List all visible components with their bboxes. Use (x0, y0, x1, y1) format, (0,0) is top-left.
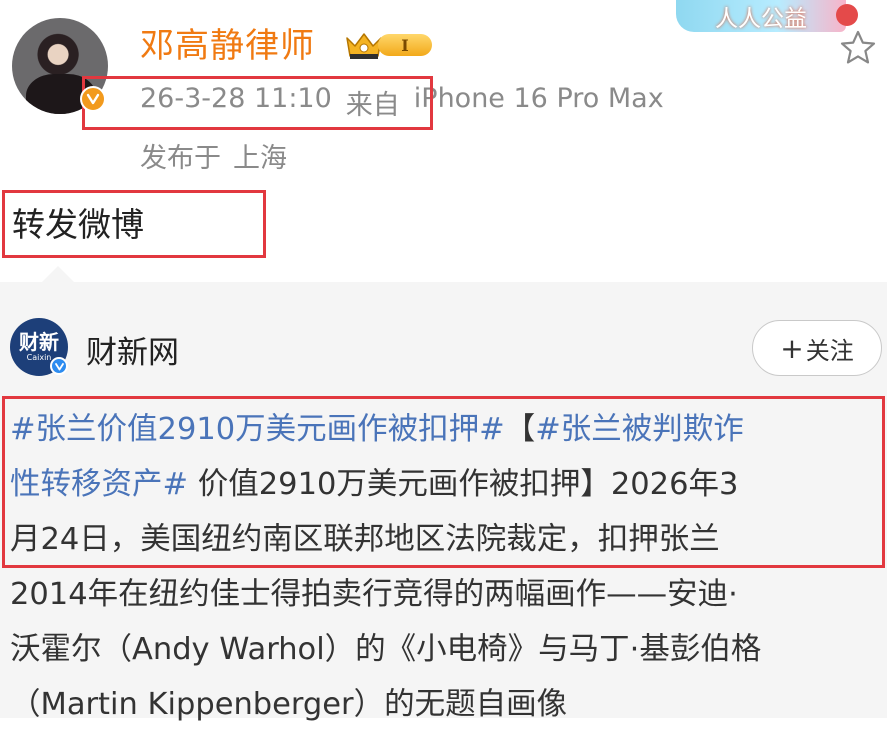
article-text: 2014年在纽约佳士得拍卖行竞得的两幅画作——安迪· (10, 577, 738, 612)
article-line: 性转移资产# 价值2910万美元画作被扣押】2026年3 (10, 457, 882, 512)
post-device[interactable]: iPhone 16 Pro Max (414, 83, 664, 122)
card-notch (42, 266, 74, 282)
article-text: 月24日，美国纽约南区联邦地区法院裁定，扣押张兰 (10, 522, 720, 557)
article-text: 【 (504, 412, 536, 447)
hashtag-link[interactable]: 性转移资产# (10, 467, 188, 502)
member-badge[interactable]: I (344, 28, 438, 62)
charity-banner[interactable]: 人人公益 (676, 0, 858, 32)
location-value: 上海 (233, 143, 287, 174)
source-logo-subtext: Caixin (26, 353, 52, 362)
source-logo-text: 财新 (19, 330, 59, 354)
article-line: 2014年在纽约佳士得拍卖行竞得的两幅画作——安迪· (10, 567, 882, 622)
plus-icon: + (780, 331, 804, 365)
hashtag-link[interactable]: #张兰价值2910万美元画作被扣押# (10, 412, 505, 447)
post-location: 发布于 上海 (140, 136, 287, 175)
location-prefix: 发布于 (140, 143, 221, 174)
repost-text: 转发微博 (12, 205, 144, 244)
member-level-label: I (378, 34, 432, 56)
text-fade-mask (560, 662, 887, 718)
article-line: #张兰价值2910万美元画作被扣押#【#张兰被判欺诈 (10, 402, 882, 457)
source-name[interactable]: 财新网 (86, 327, 179, 372)
post-source-prefix: 来自 (345, 90, 400, 121)
favorite-star-icon[interactable] (838, 28, 878, 68)
post-meta: 26-3-28 11:10 来自 iPhone 16 Pro Max (140, 83, 664, 122)
author-name[interactable]: 邓高静律师 (140, 18, 315, 67)
post-timestamp: 26-3-28 11:10 (140, 83, 332, 114)
article-text: （Martin Kippenberger）的无题自画像 (10, 687, 568, 722)
follow-button[interactable]: + 关注 (752, 320, 882, 376)
follow-label: 关注 (805, 336, 854, 365)
source-verified-icon (50, 357, 68, 375)
article-text: 价值2910万美元画作被扣押】2026年3 (188, 467, 739, 502)
hashtag-link[interactable]: #张兰被判欺诈 (535, 412, 744, 447)
verified-badge-icon (80, 86, 106, 112)
article-line: 月24日，美国纽约南区联邦地区法院裁定，扣押张兰 (10, 512, 882, 567)
